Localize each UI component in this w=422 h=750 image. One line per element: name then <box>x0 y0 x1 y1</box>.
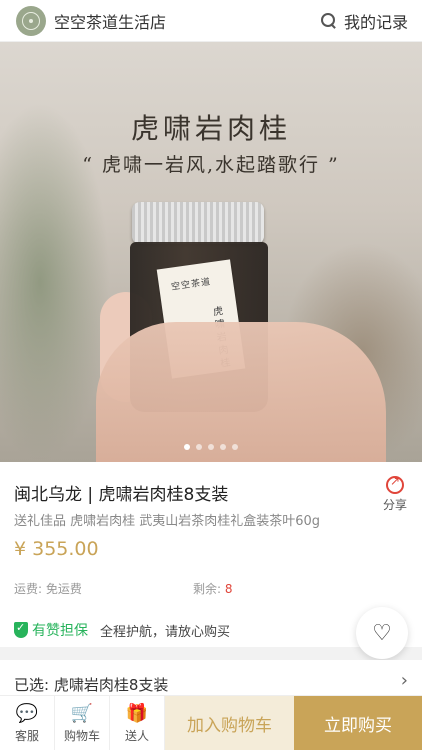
hero-quote: “ 虎啸一岩风,水起踏歌行 ” <box>82 154 340 176</box>
logo-dot <box>29 18 33 23</box>
gift-button[interactable]: 🎁 送人 <box>110 696 165 750</box>
jar-lid <box>132 202 264 244</box>
product-subtitle: 送礼佳品 虎啸岩肉桂 武夷山岩茶肉桂礼盒装茶叶60g <box>14 514 321 529</box>
carousel-dot[interactable] <box>196 444 202 450</box>
customer-service-button[interactable]: 💬 客服 <box>0 696 55 750</box>
stock-value: 8 <box>224 582 233 596</box>
shipping-fee: 运费: 免运费 <box>14 582 82 596</box>
carousel-dot[interactable] <box>220 444 226 450</box>
stock-remaining: 剩余: 8 <box>193 580 233 597</box>
product-price: ¥ 355.00 <box>14 538 99 560</box>
logo-mark <box>22 11 40 30</box>
shield-icon <box>14 621 28 638</box>
carousel-dots <box>0 444 422 450</box>
product-title: 闽北乌龙 | 虎啸岩肉桂8支装 <box>14 485 229 505</box>
gift-icon: 🎁 <box>125 702 149 724</box>
cart-label: 购物车 <box>63 728 100 743</box>
my-records-link[interactable]: 我的记录 <box>344 9 408 33</box>
store-logo[interactable] <box>16 5 46 36</box>
customer-service-label: 客服 <box>14 728 39 743</box>
selected-variant-text: 已选: 虎啸岩肉桂8支装 <box>14 676 169 694</box>
heart-icon: ♡ <box>372 620 392 646</box>
chat-icon: 💬 <box>15 702 39 724</box>
share-icon <box>386 474 404 494</box>
top-header: 空空茶道生活店 我的记录 <box>0 0 422 42</box>
header-right: 我的记录 <box>320 9 408 33</box>
carousel-dot[interactable] <box>208 444 214 450</box>
chevron-right-icon: › <box>400 670 408 691</box>
guarantee-brand: 有赞担保 <box>32 623 88 639</box>
stock-label: 剩余: <box>193 582 225 596</box>
guarantee-text: 全程护航，请放心购买 <box>100 624 231 640</box>
cart-button[interactable]: 🛒 购物车 <box>55 696 110 750</box>
share-label: 分享 <box>382 498 407 512</box>
hand <box>96 322 386 462</box>
jar-label-brand: 空空茶道 <box>170 277 212 293</box>
store-name[interactable]: 空空茶道生活店 <box>54 9 166 33</box>
bottom-action-bar: 💬 客服 🛒 购物车 🎁 送人 加入购物车 立即购买 <box>0 695 422 750</box>
product-info-card: 闽北乌龙 | 虎啸岩肉桂8支装 分享 送礼佳品 虎啸岩肉桂 武夷山岩茶肉桂礼盒装… <box>0 462 422 659</box>
carousel-dot[interactable] <box>184 444 190 450</box>
search-icon[interactable] <box>320 12 338 30</box>
favorite-button[interactable]: ♡ <box>356 607 408 659</box>
guarantee-row[interactable]: 有赞担保 全程护航，请放心购买 <box>14 620 230 640</box>
hero-title: 虎啸岩肉桂 <box>130 112 291 145</box>
gift-label: 送人 <box>124 728 149 743</box>
add-to-cart-button[interactable]: 加入购物车 <box>165 696 294 750</box>
carousel-dot[interactable] <box>232 444 238 450</box>
cart-icon: 🛒 <box>70 702 94 724</box>
buy-now-button[interactable]: 立即购买 <box>294 696 422 750</box>
share-button[interactable]: 分享 <box>380 474 410 513</box>
product-image-carousel[interactable]: 虎啸岩肉桂 “ 虎啸一岩风,水起踏歌行 ” 空空茶道 虎啸岩肉桂 <box>0 42 422 462</box>
